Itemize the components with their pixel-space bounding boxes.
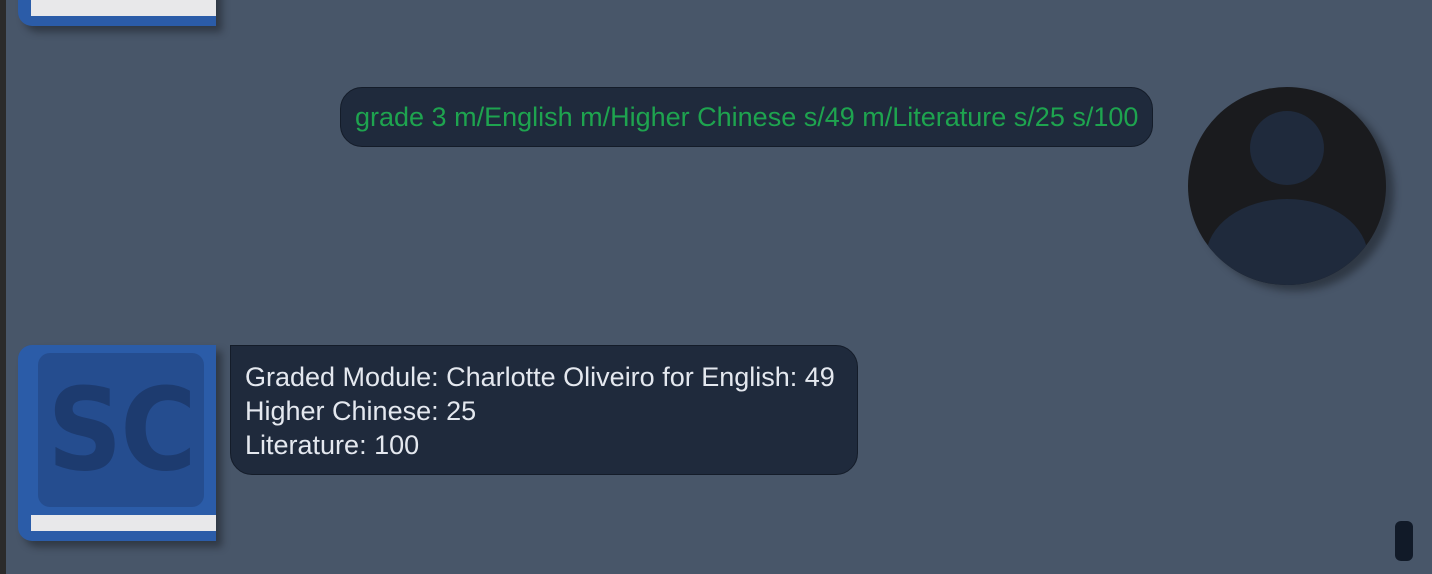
bot-response-line: Graded Module: Charlotte Oliveiro for En…: [245, 362, 835, 392]
bot-avatar-pages: [31, 0, 216, 16]
user-avatar-body: [1206, 199, 1368, 285]
bot-avatar: SC: [18, 345, 216, 541]
bot-avatar-cover: SC: [38, 353, 204, 507]
bot-avatar-previous: SC: [18, 0, 216, 26]
chat-history-panel[interactable]: SC grade 3 m/English m/Higher Chinese s/…: [6, 0, 1432, 574]
bot-response-bubble: Graded Module: Charlotte Oliveiro for En…: [230, 345, 858, 475]
bot-logo-text: SC: [47, 362, 196, 498]
scrollbar-thumb[interactable]: [1395, 521, 1413, 561]
user-message-text: grade 3 m/English m/Higher Chinese s/49 …: [355, 101, 1139, 132]
user-message-bubble: grade 3 m/English m/Higher Chinese s/49 …: [340, 87, 1154, 147]
user-avatar-head: [1250, 111, 1324, 185]
bot-response-line: Higher Chinese: 25: [245, 396, 477, 426]
bot-avatar-pages: [31, 515, 216, 531]
user-avatar-icon: [1188, 87, 1386, 285]
bot-response-line: Literature: 100: [245, 430, 420, 460]
